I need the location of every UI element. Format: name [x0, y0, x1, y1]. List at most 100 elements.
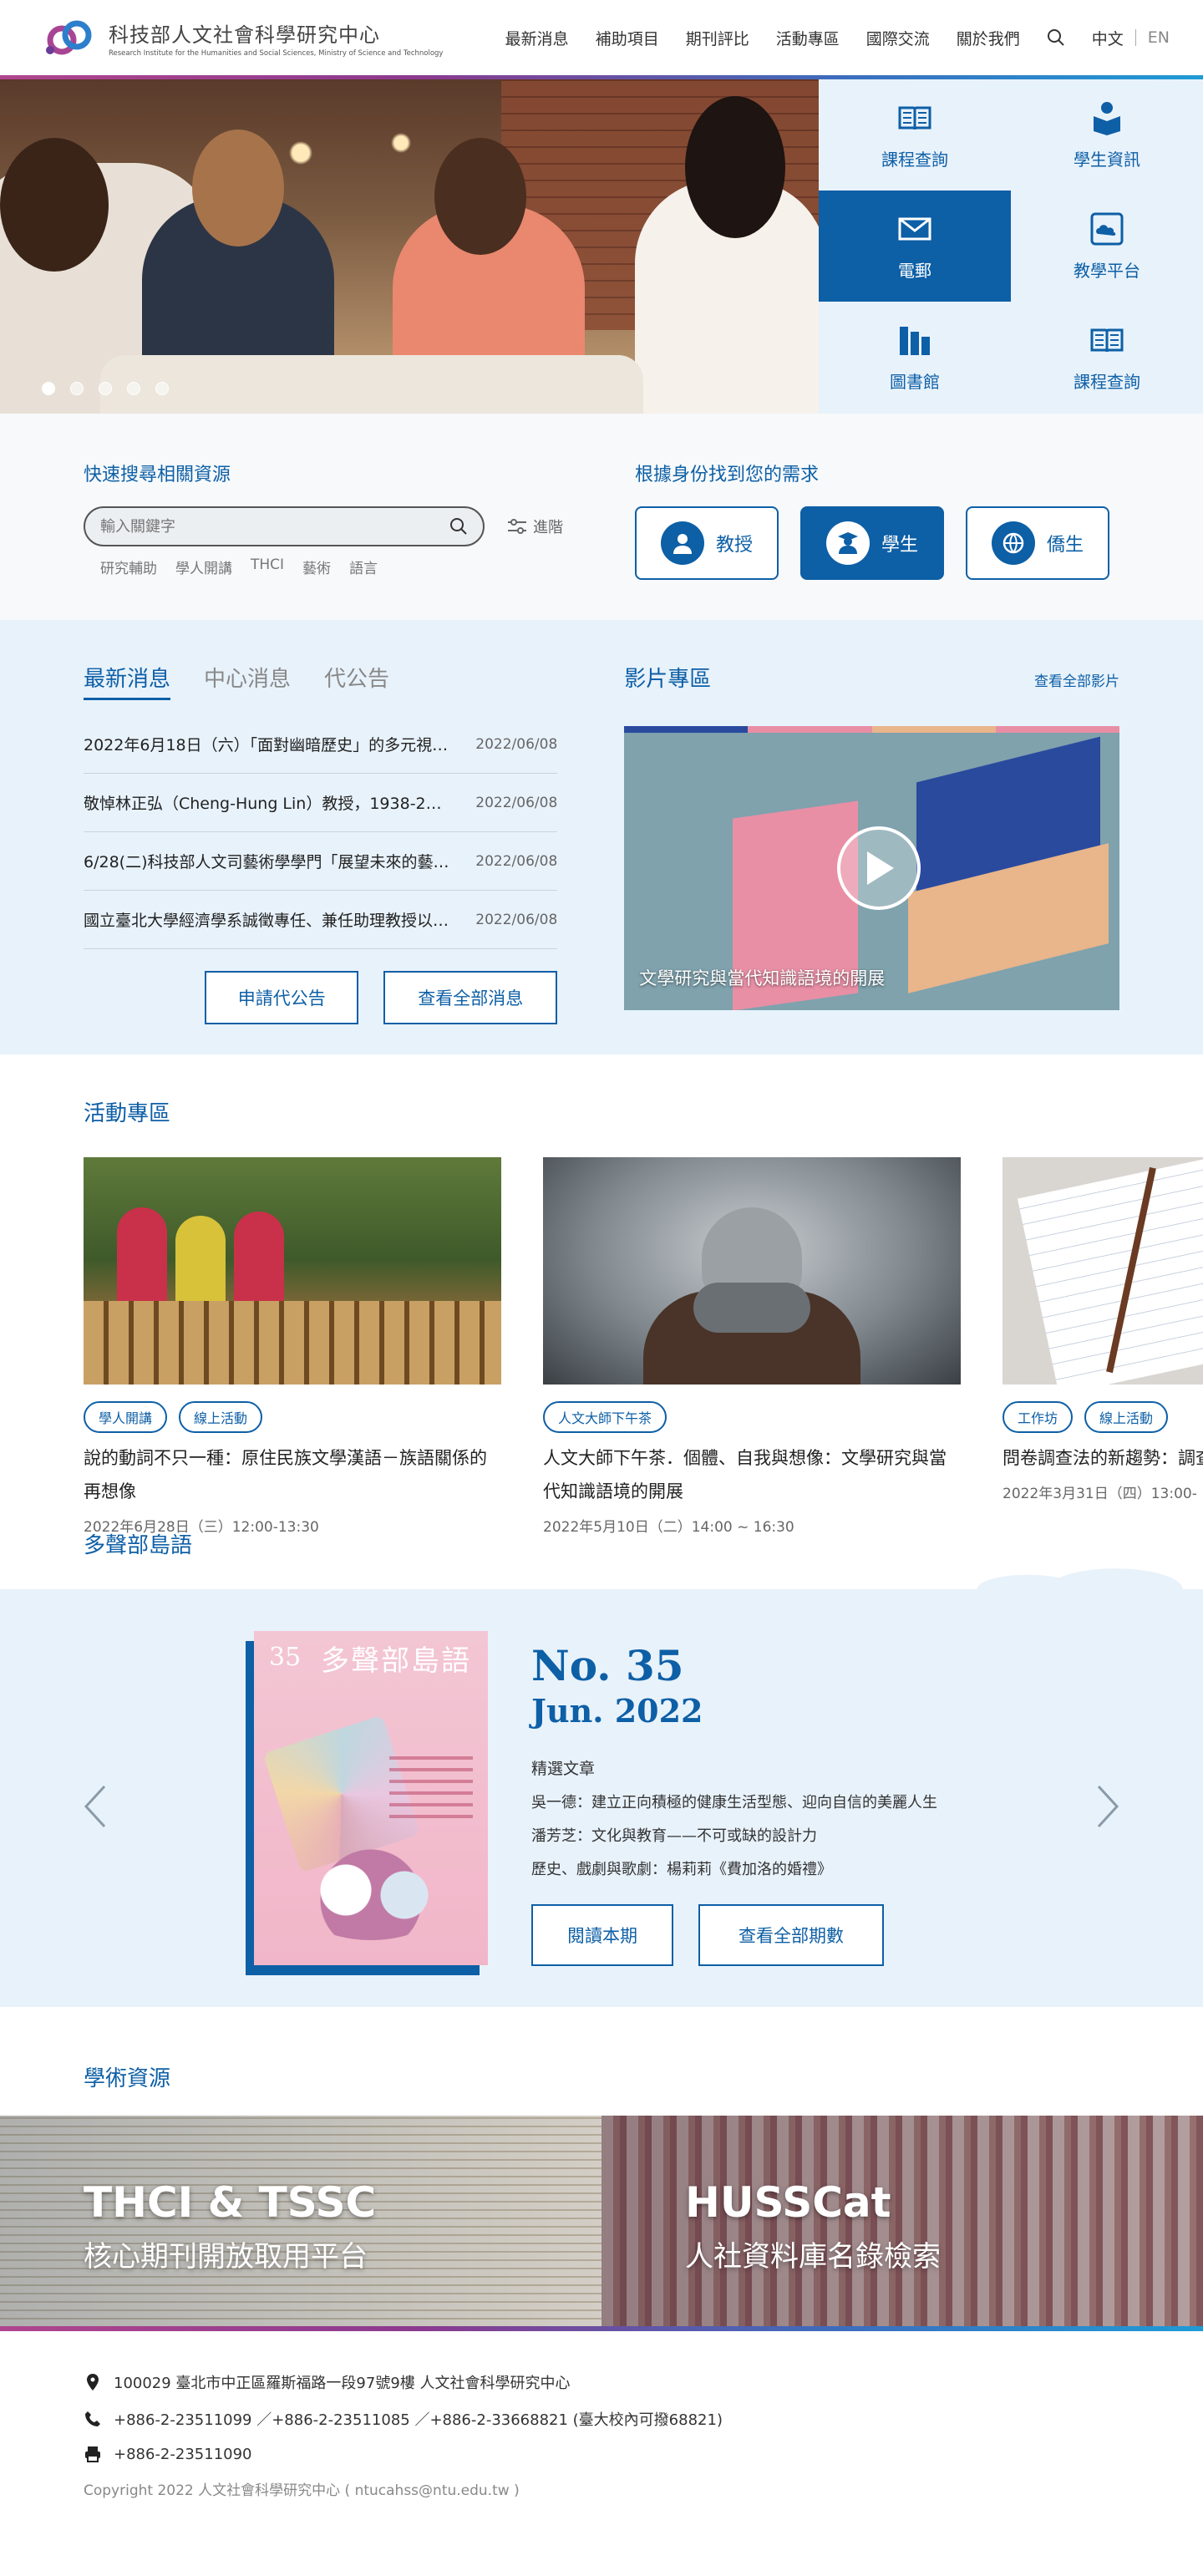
chevron-right-icon[interactable] — [1090, 1781, 1124, 1832]
nav-journal-ranking[interactable]: 期刊評比 — [686, 27, 749, 49]
event-tag[interactable]: 人文大師下午茶 — [543, 1401, 667, 1433]
cloud-icon — [1090, 212, 1124, 246]
nav-grants[interactable]: 補助項目 — [596, 27, 659, 49]
search-tag[interactable]: THCI — [251, 556, 284, 577]
news-item[interactable]: 6/28(二)科技部人文司藝術學學門「展望未來的藝術研究」座談會2022/06/… — [84, 832, 558, 891]
lang-divider — [1134, 29, 1136, 46]
newsletter-section-title: 多聲部島語 — [84, 1533, 193, 1558]
event-tag[interactable]: 學人開講 — [84, 1401, 168, 1433]
logo-mark-icon — [46, 20, 92, 55]
carousel-dot[interactable] — [155, 382, 169, 395]
quick-link-course-search[interactable]: 課程查詢 — [819, 79, 1011, 191]
search-tag[interactable]: 研究輔助 — [100, 556, 157, 577]
role-student-button[interactable]: 學生 — [800, 506, 944, 580]
video-caption: 文學研究與當代知識語境的開展 — [639, 968, 886, 988]
event-card[interactable]: 學人開講 線上活動 說的動詞不只一種：原住民族文學漢語－族語關係的再想像 202… — [84, 1157, 501, 1536]
chevron-left-icon[interactable] — [79, 1781, 113, 1832]
news-item[interactable]: 2022年6月18日（六）「面對幽暗歷史」的多元視角講座 2022/06/08 — [84, 715, 558, 774]
location-pin-icon — [87, 2374, 99, 2391]
lang-en[interactable]: EN — [1148, 28, 1170, 47]
quick-link-student-info[interactable]: 學生資訊 — [1011, 79, 1203, 191]
thci-tssc-banner[interactable]: THCI & TSSC 核心期刊開放取用平台 — [0, 2116, 602, 2326]
reader-icon — [1094, 102, 1120, 135]
event-image — [543, 1157, 961, 1385]
view-all-news-button[interactable]: 查看全部消息 — [383, 971, 558, 1024]
search-section: 快速搜尋相關資源 進階 研究輔助 學人開講 THCI 藝術 語言 根據身份找到您… — [0, 414, 1203, 620]
roles-label: 根據身份找到您的需求 — [635, 465, 820, 485]
academic-section: 學術資源 THCI & TSSC 核心期刊開放取用平台 HUSSCat 人社資料… — [0, 2007, 1203, 2331]
events-title: 活動專區 — [84, 1101, 171, 1126]
quick-link-teaching-platform[interactable]: 教學平台 — [1011, 191, 1203, 302]
view-all-issues-button[interactable]: 查看全部期數 — [698, 1904, 884, 1966]
advanced-search-button[interactable]: 進階 — [508, 516, 563, 537]
newsletter-cover[interactable]: 35 多聲部島語 — [246, 1631, 488, 1975]
globe-icon — [991, 521, 1035, 565]
husscat-banner[interactable]: HUSSCat 人社資料庫名錄檢索 — [602, 2116, 1203, 2326]
event-tag[interactable]: 線上活動 — [1084, 1401, 1169, 1433]
video-thumbnail[interactable]: 文學研究與當代知識語境的開展 — [624, 726, 1119, 1010]
issue-number: No. 35 — [531, 1641, 684, 1690]
carousel-dot[interactable] — [127, 382, 140, 395]
view-all-videos-link[interactable]: 查看全部影片 — [1034, 669, 1119, 690]
copyright: Copyright 2022 人文社會科學研究中心 ( ntucahss@ntu… — [84, 2482, 520, 2499]
featured-article[interactable]: 潘芳芝：文化與教育——不可或缺的設計力 — [531, 1824, 937, 1846]
site-logo[interactable]: 科技部人文社會科學研究中心 Research Institute for the… — [42, 17, 443, 58]
lang-zh[interactable]: 中文 — [1092, 27, 1124, 49]
event-title: 說的動詞不只一種：原住民族文學漢語－族語關係的再想像 — [84, 1448, 487, 1501]
nav-news[interactable]: 最新消息 — [505, 27, 569, 49]
event-title: 問卷調查法的新趨勢：調查工具及數據處理工作坊 — [1002, 1448, 1203, 1468]
site-title: 科技部人文社會科學研究中心 — [109, 23, 380, 47]
event-tag[interactable]: 工作坊 — [1002, 1401, 1074, 1433]
footer-address: 100029 臺北市中正區羅斯福路一段97號9樓 人文社會科學研究中心 — [114, 2375, 571, 2392]
search-icon[interactable] — [449, 517, 468, 536]
nav-events[interactable]: 活動專區 — [776, 27, 840, 49]
husscat-subtitle: 人社資料庫名錄檢索 — [685, 2240, 941, 2274]
husscat-title: HUSSCat — [685, 2178, 891, 2227]
cover-issue-number: 35 — [269, 1643, 302, 1672]
read-issue-button[interactable]: 閱讀本期 — [531, 1904, 673, 1966]
mail-icon — [898, 217, 931, 241]
news-item[interactable]: 敬悼林正弘（Cheng-Hung Lin）教授，1938-2022 2022/06… — [84, 774, 558, 832]
play-icon[interactable] — [837, 826, 921, 910]
carousel-dot[interactable] — [70, 382, 84, 395]
role-professor-button[interactable]: 教授 — [635, 506, 779, 580]
hero-banner-image[interactable] — [0, 79, 819, 414]
role-overseas-student-button[interactable]: 僑生 — [966, 506, 1109, 580]
event-card[interactable]: 工作坊 線上活動 問卷調查法的新趨勢：調查工具及數據處理工作坊 2022年3月3… — [1002, 1157, 1203, 1536]
search-icon[interactable] — [1047, 28, 1065, 47]
search-tag[interactable]: 藝術 — [302, 556, 331, 577]
search-input[interactable] — [100, 517, 449, 536]
event-image — [1002, 1157, 1203, 1385]
featured-label: 精選文章 — [531, 1760, 596, 1778]
search-tag[interactable]: 學人開講 — [175, 556, 232, 577]
site-subtitle: Research Institute for the Humanities an… — [109, 48, 444, 58]
featured-article[interactable]: 歷史、戲劇與歌劇：楊莉莉《費加洛的婚禮》 — [531, 1857, 937, 1879]
event-tag[interactable]: 線上活動 — [179, 1401, 263, 1433]
event-card[interactable]: 人文大師下午茶 人文大師下午茶．個體、自我與想像：文學研究與當代知識語境的開展 … — [543, 1157, 961, 1536]
professor-icon — [660, 521, 704, 565]
nav-about[interactable]: 關於我們 — [957, 27, 1020, 49]
carousel-dot[interactable] — [42, 382, 55, 395]
tab-announcements[interactable]: 代公告 — [324, 662, 389, 700]
quick-link-email[interactable]: 電郵 — [819, 191, 1011, 302]
book-icon — [898, 106, 931, 130]
search-box — [84, 506, 485, 546]
search-tag[interactable]: 語言 — [349, 556, 378, 577]
tab-latest-news[interactable]: 最新消息 — [84, 662, 171, 700]
event-title: 人文大師下午茶．個體、自我與想像：文學研究與當代知識語境的開展 — [543, 1448, 947, 1501]
event-image — [84, 1157, 501, 1385]
events-section: 活動專區 學人開講 線上活動 說的動詞不只一種：原住民族文學漢語－族語關係的再想… — [0, 1054, 1203, 1589]
main-nav: 最新消息 補助項目 期刊評比 活動專區 國際交流 關於我們 中文 EN — [505, 27, 1170, 49]
issue-month: Jun. 2022 — [531, 1692, 703, 1730]
quick-link-library[interactable]: 圖書館 — [819, 302, 1011, 413]
request-announcement-button[interactable]: 申請代公告 — [205, 971, 359, 1024]
quick-link-course-search-2[interactable]: 課程查詢 — [1011, 302, 1203, 413]
tab-center-news[interactable]: 中心消息 — [204, 662, 291, 700]
footer-phone: +886-2-23511099 ／+886-2-23511085 ／+886-2… — [114, 2411, 723, 2429]
carousel-dot[interactable] — [99, 382, 112, 395]
news-item[interactable]: 國立臺北大學經濟學系誠徵專任、兼任助理教授以上教師 2022/06/08 — [84, 891, 558, 949]
thci-tssc-subtitle: 核心期刊開放取用平台 — [84, 2240, 368, 2274]
featured-article[interactable]: 吳一德：建立正向積極的健康生活型態、迎向自信的美麗人生 — [531, 1791, 937, 1812]
nav-international[interactable]: 國際交流 — [866, 27, 930, 49]
library-icon — [900, 327, 930, 355]
